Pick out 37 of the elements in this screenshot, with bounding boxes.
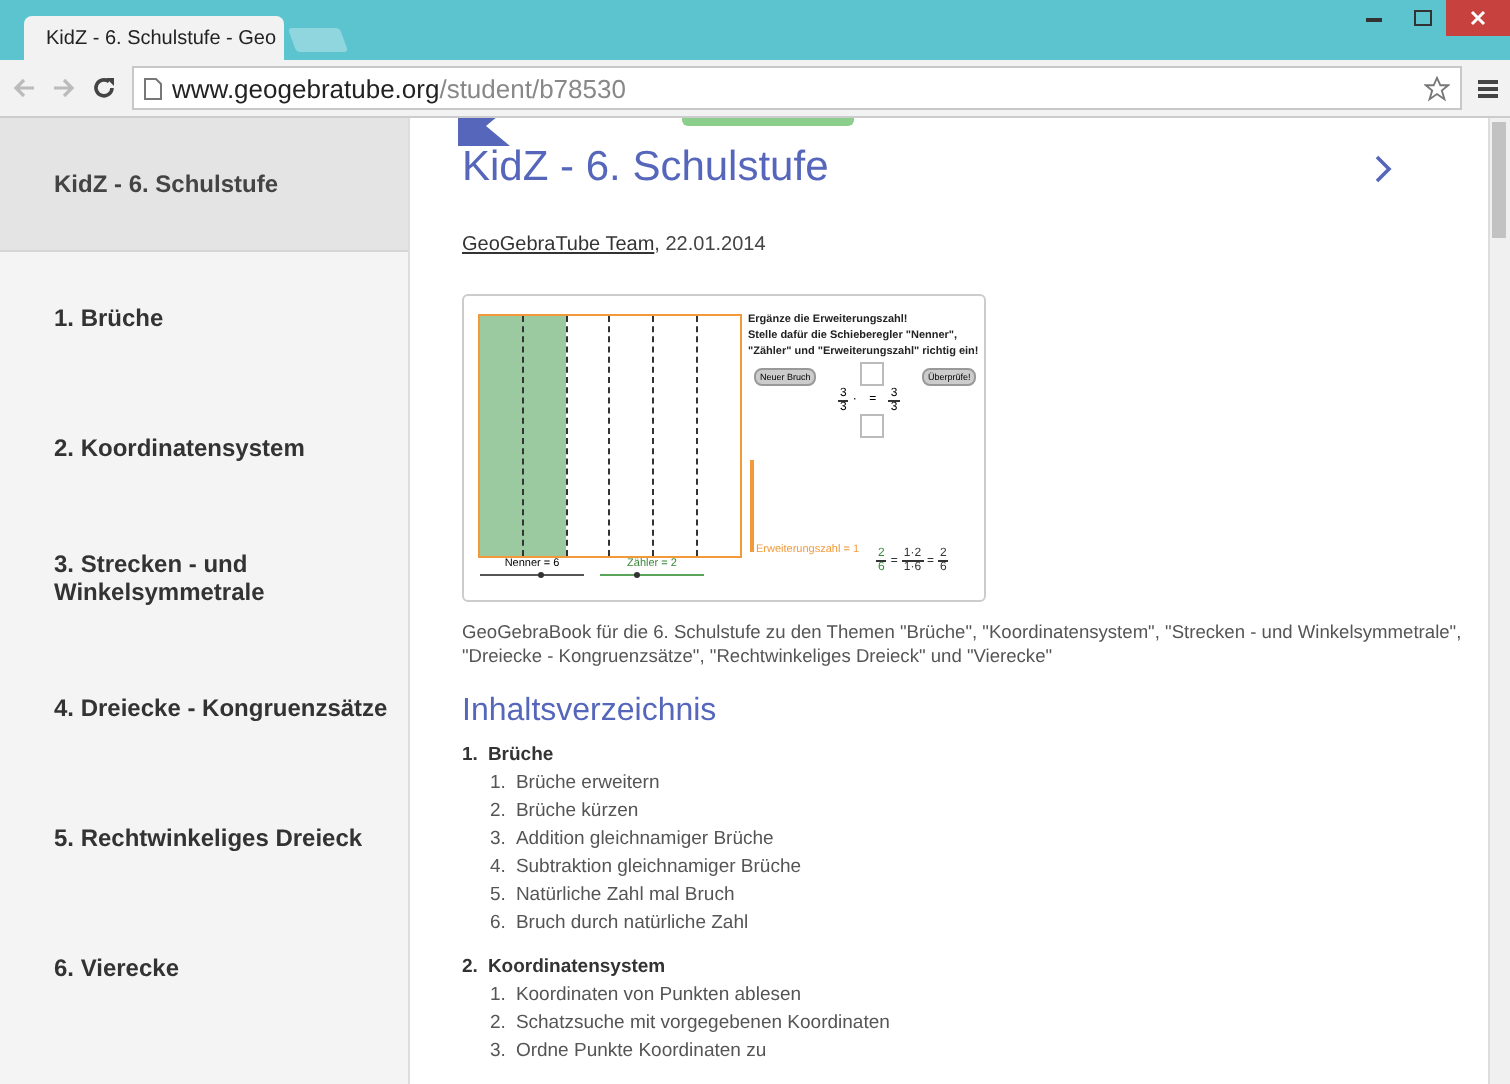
next-icon[interactable]: [1374, 153, 1392, 183]
page-title: KidZ - 6. Schulstufe: [462, 144, 831, 192]
toc-item[interactable]: 3. Ordne Punkte Koordinaten zu: [462, 1038, 1488, 1066]
sidebar-title[interactable]: KidZ - 6. Schulstufe: [0, 118, 408, 252]
maximize-icon[interactable]: [1413, 10, 1431, 26]
page-icon: [144, 77, 162, 99]
sidebar-item[interactable]: 3. Strecken - und Winkelsymmetrale: [0, 512, 408, 642]
address-bar[interactable]: www.geogebratube.org/student/b78530: [132, 66, 1462, 110]
url-text: www.geogebratube.org/student/b78530: [172, 73, 626, 103]
toc-item[interactable]: 4. Subtraktion gleichnamiger Brüche: [462, 854, 1488, 882]
tab-title: KidZ - 6. Schulstufe - Geo: [46, 27, 277, 49]
menu-icon[interactable]: [1478, 78, 1498, 98]
toc-item[interactable]: 1. Koordinaten von Punkten ablesen: [462, 982, 1488, 1010]
close-icon[interactable]: [1470, 10, 1486, 26]
toc-item[interactable]: 6. Bruch durch natürliche Zahl: [462, 910, 1488, 938]
sidebar-item[interactable]: 4. Dreiecke - Kongruenzsätze: [0, 642, 408, 772]
toc-section[interactable]: 1. Brüche: [462, 742, 1488, 770]
toc-item[interactable]: 5. Natürliche Zahl mal Bruch: [462, 882, 1488, 910]
description-text: GeoGebraBook für die 6. Schulstufe zu den Themen "Brüche", "Koordinatensystem", "Strecken - und Winkelsymmetrale", "Dreiecke - Kongruenzsätze", "Rechtwinkeliges Dreieck" und "Vierecke": [462, 620, 1464, 668]
browser-tab[interactable]: KidZ - 6. Schulstufe - Geo: [24, 16, 284, 60]
toc-heading: Inhaltsverzeichnis: [462, 694, 719, 730]
toc-item[interactable]: 1. Brüche erweitern: [462, 770, 1488, 798]
toc-item[interactable]: 2. Schatzsuche mit vorgegebenen Koordinaten: [462, 1010, 1488, 1038]
input-field[interactable]: [860, 362, 885, 386]
toc-item[interactable]: 2. Brüche kürzen: [462, 798, 1488, 826]
input-field[interactable]: [860, 414, 885, 438]
reload-icon[interactable]: [92, 76, 116, 100]
toc-section[interactable]: 2. Koordinatensystem: [462, 954, 1488, 982]
date-text: , 22.01.2014: [654, 234, 766, 256]
sidebar-item[interactable]: 1. Brüche: [0, 252, 408, 382]
sidebar-item[interactable]: 5. Rechtwinkeliges Dreieck: [0, 772, 408, 902]
sidebar-item[interactable]: 2. Koordinatensystem: [0, 382, 408, 512]
sidebar-item[interactable]: 6. Vierecke: [0, 902, 408, 1032]
author-link[interactable]: GeoGebraTube Team: [462, 234, 655, 256]
star-icon[interactable]: [1424, 75, 1450, 101]
toc-item[interactable]: 3. Addition gleichnamiger Brüche: [462, 826, 1488, 854]
minimize-icon[interactable]: [1366, 15, 1382, 21]
